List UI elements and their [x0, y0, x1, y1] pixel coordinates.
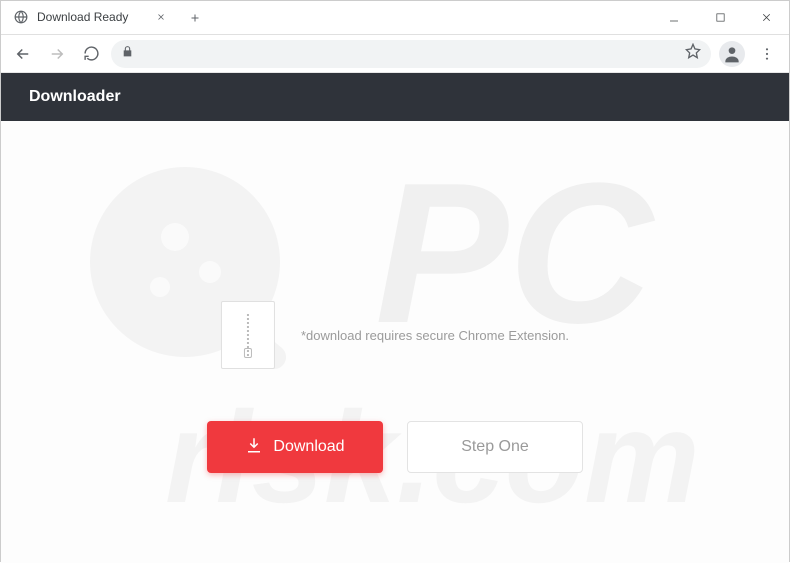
- back-button[interactable]: [9, 40, 37, 68]
- app-title: Downloader: [29, 88, 121, 106]
- reload-button[interactable]: [77, 40, 105, 68]
- button-row: Download Step One: [207, 421, 583, 473]
- page-header: Downloader: [1, 73, 789, 121]
- maximize-button[interactable]: [697, 1, 743, 35]
- window-titlebar: Download Ready: [1, 1, 789, 35]
- download-button-label: Download: [273, 438, 344, 456]
- download-icon: [245, 436, 263, 459]
- kebab-menu-icon[interactable]: [753, 40, 781, 68]
- tab-title: Download Ready: [37, 10, 145, 24]
- window-controls: [651, 1, 789, 34]
- step-one-button[interactable]: Step One: [407, 421, 583, 473]
- forward-button[interactable]: [43, 40, 71, 68]
- profile-avatar[interactable]: [719, 41, 745, 67]
- download-info-row: *download requires secure Chrome Extensi…: [221, 301, 569, 369]
- zip-file-icon: [221, 301, 275, 369]
- url-input[interactable]: [142, 46, 677, 61]
- new-tab-button[interactable]: [181, 1, 209, 34]
- bookmark-star-icon[interactable]: [685, 43, 701, 64]
- globe-icon: [13, 9, 29, 25]
- address-bar[interactable]: [111, 40, 711, 68]
- lock-icon: [121, 45, 134, 63]
- browser-toolbar: [1, 35, 789, 73]
- close-window-button[interactable]: [743, 1, 789, 35]
- step-one-label: Step One: [461, 438, 529, 456]
- download-hint-text: *download requires secure Chrome Extensi…: [301, 328, 569, 343]
- close-icon[interactable]: [153, 9, 169, 25]
- download-button[interactable]: Download: [207, 421, 383, 473]
- browser-tab[interactable]: Download Ready: [1, 1, 181, 34]
- page-content: PC risk.com *download requires secure Ch…: [1, 121, 789, 563]
- minimize-button[interactable]: [651, 1, 697, 35]
